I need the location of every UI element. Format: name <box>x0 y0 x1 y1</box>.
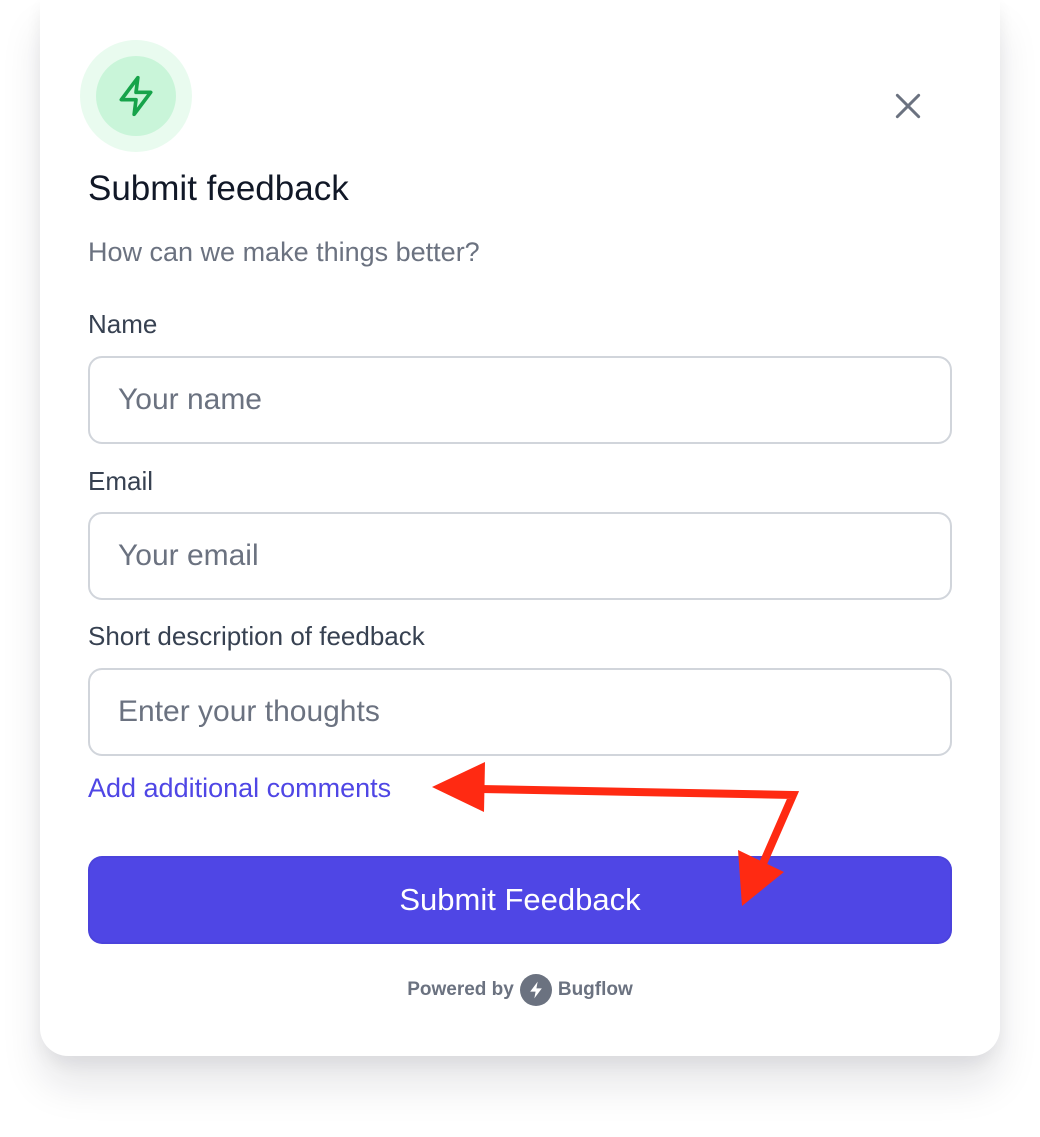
close-button[interactable] <box>888 86 928 126</box>
name-label: Name <box>88 309 158 339</box>
description-input[interactable] <box>88 668 952 756</box>
close-icon <box>895 93 921 119</box>
submit-feedback-button[interactable]: Submit Feedback <box>88 856 952 944</box>
lightning-bolt-icon <box>530 981 542 999</box>
add-comments-link[interactable]: Add additional comments <box>88 770 391 806</box>
email-label: Email <box>88 466 154 496</box>
page-background: Submit feedback How can we make things b… <box>0 0 1040 1137</box>
description-label: Short description of feedback <box>88 621 425 651</box>
header-icon-badge <box>80 40 192 152</box>
powered-by-footer: Powered by Bugflow <box>40 974 1000 1006</box>
feedback-modal: Submit feedback How can we make things b… <box>40 0 1000 1056</box>
name-input[interactable] <box>88 356 952 444</box>
modal-title: Submit feedback <box>88 169 349 208</box>
lightning-bolt-icon <box>119 75 153 117</box>
header-icon-inner <box>96 56 176 136</box>
powered-by-text: Powered by <box>407 979 514 1000</box>
brand-logo <box>519 974 552 1006</box>
brand-name: Bugflow <box>557 979 633 1000</box>
modal-subtitle: How can we make things better? <box>88 237 480 267</box>
email-input[interactable] <box>88 512 952 600</box>
